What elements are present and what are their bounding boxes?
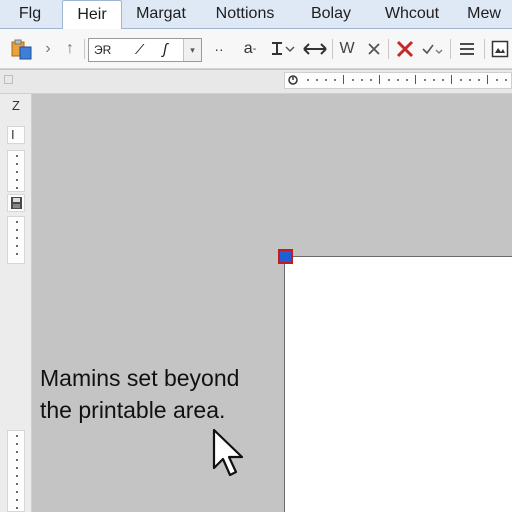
image-frame-icon[interactable] bbox=[490, 38, 510, 60]
ruler-tick bbox=[16, 221, 18, 223]
ruler-tick bbox=[16, 459, 18, 461]
message-line: Mamins set beyond bbox=[40, 365, 240, 391]
ruler-tick bbox=[16, 253, 18, 255]
ruler-tick bbox=[16, 155, 18, 157]
text-w-button[interactable]: W bbox=[336, 38, 358, 60]
tab-whcout[interactable]: Whcout bbox=[372, 0, 452, 29]
up-arrow-icon[interactable]: ↑ bbox=[60, 38, 80, 60]
margin-handle[interactable] bbox=[278, 249, 293, 264]
toolbar-separator bbox=[84, 39, 85, 59]
ruler-mark bbox=[487, 75, 488, 84]
ruler-tick bbox=[16, 163, 18, 165]
close-icon[interactable] bbox=[364, 38, 384, 60]
ruler-tick bbox=[424, 79, 426, 81]
font-style-glyph: ⁄ bbox=[139, 41, 142, 58]
ruler-mark bbox=[415, 75, 416, 84]
text-direction-icon[interactable] bbox=[268, 38, 298, 60]
ruler-tick bbox=[352, 79, 354, 81]
ruler-tick bbox=[16, 435, 18, 437]
ruler-tick bbox=[16, 499, 18, 501]
ruler-tick bbox=[16, 507, 18, 509]
ruler-segment: I bbox=[7, 126, 25, 144]
save-icon[interactable] bbox=[10, 196, 23, 210]
ruler-segment bbox=[7, 216, 25, 264]
ruler-tick bbox=[460, 79, 462, 81]
ruler-tick bbox=[16, 443, 18, 445]
side-tool-z[interactable]: Z bbox=[8, 98, 24, 114]
ruler-tick bbox=[16, 237, 18, 239]
ruler-tick bbox=[16, 179, 18, 181]
delete-x-icon[interactable] bbox=[394, 38, 416, 60]
text-w-label: W bbox=[339, 40, 355, 57]
ruler-mark bbox=[451, 75, 452, 84]
ruler-tick bbox=[16, 171, 18, 173]
ruler-tick bbox=[16, 467, 18, 469]
toolbar-separator bbox=[450, 39, 451, 59]
text-a-label: a bbox=[243, 40, 253, 57]
vertical-ruler[interactable]: Z I bbox=[0, 94, 32, 512]
tab-margat[interactable]: Margat bbox=[124, 0, 198, 29]
ruler-tick bbox=[16, 475, 18, 477]
font-name-dropdown[interactable]: ЭR ⁄ ʃ ▾ bbox=[88, 38, 202, 62]
ruler-tick bbox=[361, 79, 363, 81]
forward-arrow-icon[interactable]: › bbox=[38, 38, 58, 60]
ruler-tick bbox=[442, 79, 444, 81]
paste-icon[interactable] bbox=[10, 38, 34, 60]
ruler-tick bbox=[16, 229, 18, 231]
tab-nottions[interactable]: Nottions bbox=[202, 0, 288, 29]
ruler-tick bbox=[16, 483, 18, 485]
resize-horizontal-icon[interactable] bbox=[302, 38, 328, 60]
ruler-tick bbox=[505, 79, 507, 81]
ruler-tick bbox=[16, 451, 18, 453]
ruler-tick bbox=[370, 79, 372, 81]
text-a-button[interactable]: a- bbox=[238, 38, 262, 60]
ruler-tick bbox=[496, 79, 498, 81]
ruler-mark bbox=[343, 75, 344, 84]
ruler-tick bbox=[478, 79, 480, 81]
toolbar-separator bbox=[388, 39, 389, 59]
more-dots-icon[interactable]: ·· bbox=[208, 38, 230, 60]
toolbar-separator bbox=[484, 39, 485, 59]
toolbar: › ↑ ·· a- W bbox=[0, 29, 512, 69]
ruler-tick bbox=[433, 79, 435, 81]
ruler-tick bbox=[16, 245, 18, 247]
ruler-segment bbox=[7, 430, 25, 512]
ruler-tick bbox=[16, 491, 18, 493]
ruler-tick bbox=[316, 79, 318, 81]
toolbar-separator bbox=[332, 39, 333, 59]
tab-mew[interactable]: Mew bbox=[458, 0, 510, 29]
printable-page[interactable] bbox=[284, 256, 512, 512]
cursor-arrow-icon bbox=[212, 428, 244, 477]
ruler-tick bbox=[307, 79, 309, 81]
font-style-glyph: ʃ bbox=[163, 41, 168, 58]
ruler-corner-icon bbox=[4, 75, 13, 84]
ruler-tick bbox=[16, 187, 18, 189]
side-tool-i[interactable]: I bbox=[11, 127, 15, 142]
ruler-tick bbox=[325, 79, 327, 81]
ribbon-tab-bar: Flg Heir Margat Nottions Bolay Whcout Me… bbox=[0, 0, 512, 30]
horizontal-ruler[interactable] bbox=[284, 72, 512, 89]
check-dropdown-icon[interactable] bbox=[420, 38, 446, 60]
ruler-tick bbox=[388, 79, 390, 81]
ruler-tick bbox=[469, 79, 471, 81]
menu-icon[interactable] bbox=[456, 38, 478, 60]
message-line: the printable area. bbox=[40, 397, 226, 423]
ruler-segment bbox=[7, 194, 25, 212]
tab-heir[interactable]: Heir bbox=[62, 0, 122, 30]
tab-stop-icon[interactable] bbox=[287, 74, 299, 86]
ruler-mark bbox=[379, 75, 380, 84]
chevron-down-icon[interactable]: ▾ bbox=[183, 39, 201, 61]
margin-warning-message: Mamins set beyond the printable area. bbox=[40, 362, 280, 426]
font-name-value: ЭR bbox=[94, 43, 112, 57]
ruler-segment bbox=[7, 150, 25, 192]
tab-bolay[interactable]: Bolay bbox=[296, 0, 366, 29]
ruler-tick bbox=[334, 79, 336, 81]
tab-flg[interactable]: Flg bbox=[0, 0, 60, 29]
ruler-tick bbox=[406, 79, 408, 81]
ruler-tick bbox=[397, 79, 399, 81]
